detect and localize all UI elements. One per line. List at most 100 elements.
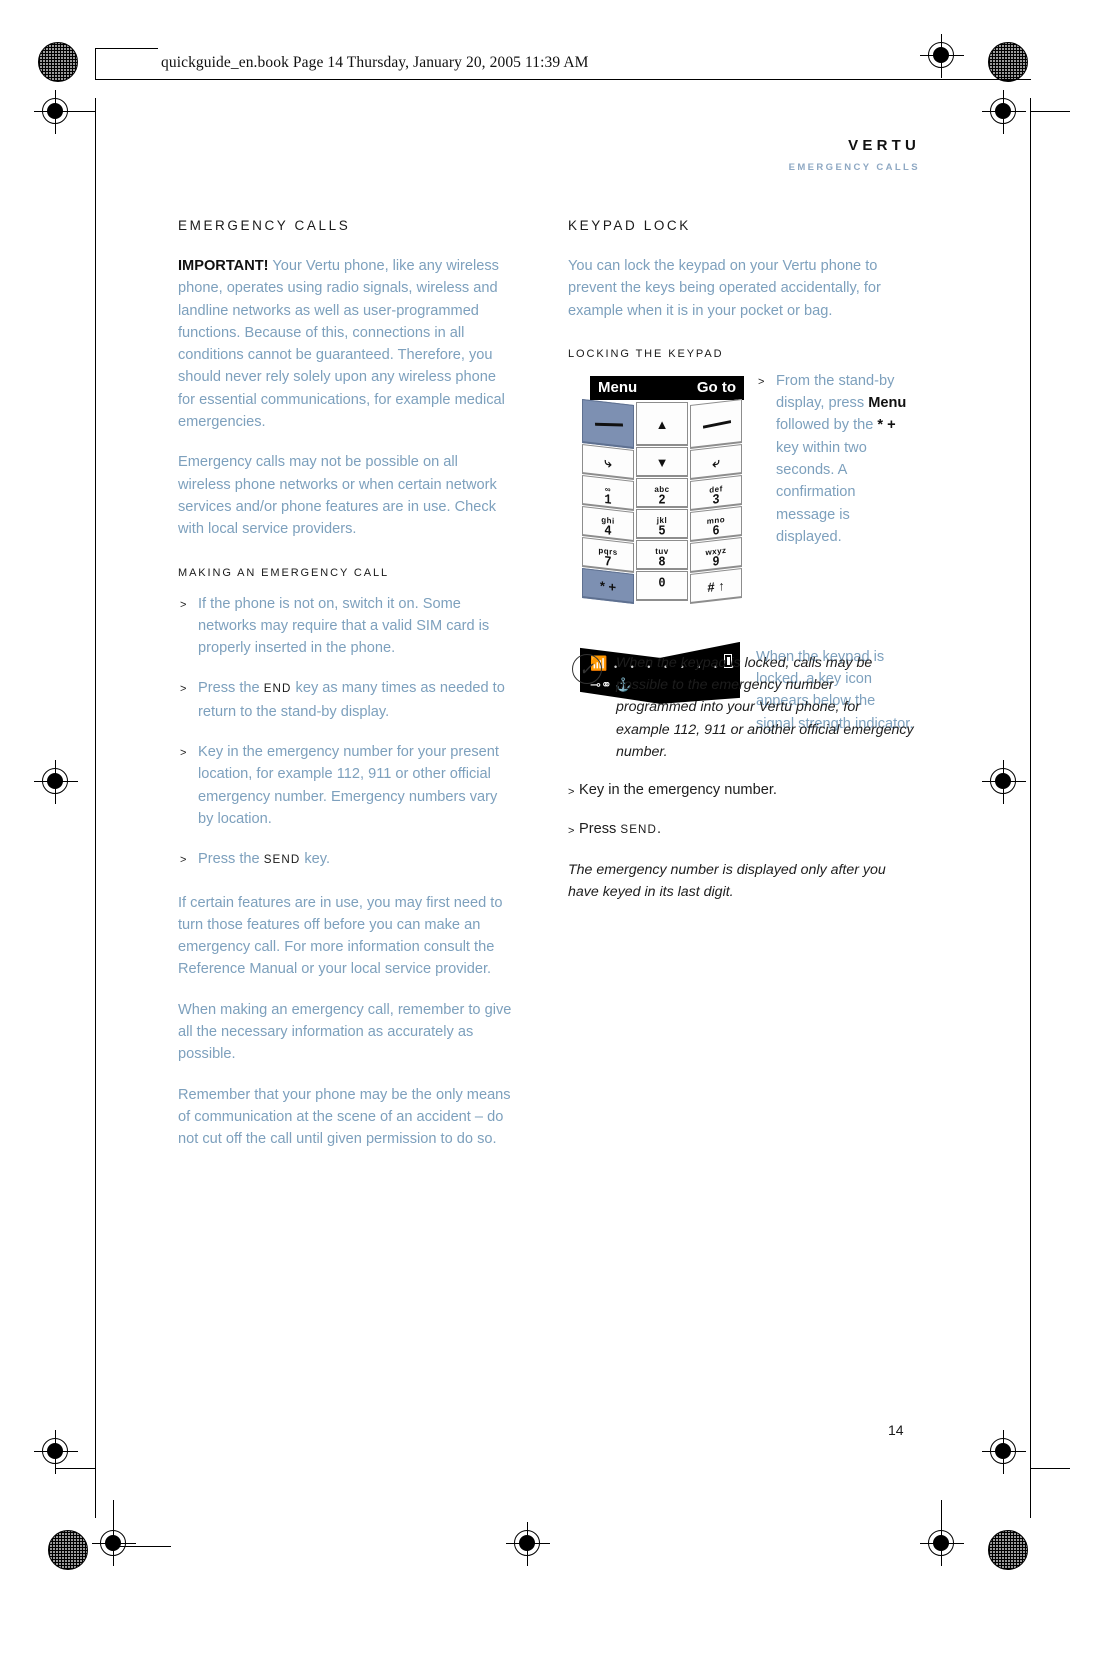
key-2[interactable]: abc 2: [636, 477, 688, 508]
registration-mark-bottom-center: [506, 1522, 550, 1566]
paragraph-2: Emergency calls may not be possible on a…: [178, 454, 497, 538]
important-body: Your Vertu phone, like any wireless phon…: [178, 258, 505, 431]
key-name-send: SEND: [620, 822, 657, 836]
bullet-chevron-icon: >: [180, 598, 187, 611]
crop-line-bottom-left-vertical: [113, 1500, 114, 1546]
emergency-call-steps: > If the phone is not on, switch it on. S…: [178, 593, 514, 872]
paragraph-4: When making an emergency call, remember …: [178, 1001, 512, 1063]
crop-line-left-vertical: [95, 98, 96, 1518]
file-info-text: quickguide_en.book Page 14 Thursday, Jan…: [161, 54, 589, 71]
left-softkey[interactable]: [582, 398, 634, 449]
list-item: > Key in the emergency number for your pr…: [178, 741, 514, 830]
navi-up-key[interactable]: ▲: [636, 401, 688, 446]
star-key-label-inline: * +: [877, 417, 896, 434]
softkey-label-goto: Go to: [696, 378, 736, 396]
check-mark-icon: ✓: [572, 653, 602, 684]
registration-mark-right-mid: [982, 760, 1026, 804]
right-softkey[interactable]: [690, 398, 742, 449]
right-column: KEYPAD LOCK You can lock the keypad on y…: [568, 218, 916, 922]
keypad-figure: Menu Go to ⤷ ∞ 1 ghi 4 pqrs 7 * + ▲ ▼ ab…: [568, 370, 916, 732]
bullet-chevron-icon: >: [568, 786, 575, 799]
registration-mark-left-mid: [34, 760, 78, 804]
key-2-digit: 2: [658, 491, 666, 508]
crop-line-right-tick-bottom: [1030, 1468, 1070, 1469]
important-label: IMPORTANT!: [178, 258, 269, 274]
closing-note: The emergency number is displayed only a…: [568, 861, 886, 901]
registration-mark-left-bottom: [34, 1430, 78, 1474]
section-heading-locking-keypad: LOCKING THE KEYPAD: [568, 347, 724, 360]
step-text: Press: [579, 820, 621, 837]
send-handset-icon: ⤷: [604, 454, 612, 471]
emergency-note-text: When the keypad is locked, calls may be …: [616, 654, 914, 761]
bullet-chevron-icon: >: [568, 824, 575, 837]
hash-key-label: # ↑: [707, 577, 725, 595]
step-text: If the phone is not on, switch it on. So…: [198, 595, 490, 657]
list-item: > From the stand-by display, press Menu f…: [756, 370, 916, 548]
important-paragraph: IMPORTANT! Your Vertu phone, like any wi…: [178, 255, 514, 433]
chevron-down-icon: ▼: [655, 454, 669, 470]
keypad-column-right: ⤶ def 3 mno 6 wxyz 9 # ↑: [690, 398, 742, 625]
section-heading-making-call: MAKING AN EMERGENCY CALL: [178, 566, 390, 579]
keypad-lock-step-list: > From the stand-by display, press Menu f…: [756, 370, 916, 548]
section-title-keypad-lock: KEYPAD LOCK: [568, 218, 691, 233]
key-1[interactable]: ∞ 1: [582, 474, 634, 511]
send-key[interactable]: ⤷: [582, 443, 634, 480]
page-title: EMERGENCY CALLS: [178, 218, 351, 233]
crop-line-bottom-right-vertical: [941, 1500, 942, 1546]
chevron-up-icon: ▲: [655, 416, 669, 432]
key-6[interactable]: mno 6: [690, 505, 742, 542]
step-text-after: .: [656, 820, 662, 837]
key-0[interactable]: 0: [636, 570, 688, 601]
halftone-mark-bottom-left: [48, 1530, 88, 1570]
bullet-chevron-icon: >: [180, 854, 187, 867]
key-8-digit: 8: [658, 553, 666, 570]
halftone-mark-bottom-right: [988, 1530, 1028, 1570]
bullet-chevron-icon: >: [180, 747, 187, 760]
phone-keypad-illustration: Menu Go to ⤷ ∞ 1 ghi 4 pqrs 7 * + ▲ ▼ ab…: [580, 370, 744, 622]
key-3[interactable]: def 3: [690, 474, 742, 511]
bullet-chevron-icon: >: [180, 683, 187, 696]
crop-line-bottom-rule: [113, 1546, 171, 1547]
paragraph-3: If certain features are in use, you may …: [178, 894, 503, 978]
step-text: Key in the emergency number for your pre…: [198, 744, 499, 827]
key-5-digit: 5: [658, 522, 666, 539]
key-name-send: SEND: [263, 853, 301, 867]
step-text-after: key.: [300, 851, 331, 868]
key-0-digit: 0: [658, 574, 666, 591]
list-item: > Key in the emergency number.: [568, 779, 916, 801]
end-key[interactable]: ⤶: [690, 443, 742, 480]
crop-line-left-tick-bottom: [55, 1468, 95, 1469]
step-text: Press the: [198, 851, 264, 868]
running-head: EMERGENCY CALLS: [788, 162, 920, 173]
crop-line-left-tick-top: [55, 111, 95, 112]
key-8[interactable]: tuv 8: [636, 539, 688, 570]
list-item: > Press the SEND key.: [178, 848, 514, 871]
navi-down-key[interactable]: ▼: [636, 446, 688, 477]
crop-line-right-vertical: [1030, 98, 1031, 1518]
star-key[interactable]: * +: [582, 567, 634, 604]
brand-logo: VERTU: [848, 137, 920, 154]
key-4[interactable]: ghi 4: [582, 505, 634, 542]
step-text: Key in the emergency number.: [579, 782, 777, 799]
key-7[interactable]: pqrs 7: [582, 536, 634, 573]
emergency-note-block: ✓ When the keypad is locked, calls may b…: [568, 652, 916, 763]
softkey-label-menu: Menu: [598, 378, 638, 396]
list-item: > If the phone is not on, switch it on. S…: [178, 593, 514, 660]
keypad-column-center: ▲ ▼ abc 2 jkl 5 tuv 8 0: [636, 401, 688, 622]
registration-mark-right-bottom: [982, 1430, 1026, 1474]
emergency-note-steps: > Key in the emergency number. > Press SEN…: [568, 779, 916, 841]
halftone-mark-top-left: [38, 42, 78, 82]
hash-key[interactable]: # ↑: [690, 567, 742, 604]
list-item: > Press SEND.: [568, 818, 916, 841]
key-9[interactable]: wxyz 9: [690, 536, 742, 573]
left-column: EMERGENCY CALLS IMPORTANT! Your Vertu ph…: [178, 218, 514, 1169]
key-5[interactable]: jkl 5: [636, 508, 688, 539]
list-item: > Press the END key as many times as need…: [178, 677, 514, 723]
paragraph-5: Remember that your phone may be the only…: [178, 1086, 511, 1148]
file-info-bar: quickguide_en.book Page 14 Thursday, Jan…: [95, 48, 1031, 80]
registration-mark-right-top: [982, 90, 1026, 134]
keypad-lock-intro: You can lock the keypad on your Vertu ph…: [568, 258, 881, 319]
phone-softkey-bar: Menu Go to: [590, 375, 744, 400]
bullet-chevron-icon: >: [758, 375, 765, 388]
crop-line-right-tick-top: [1030, 111, 1070, 112]
